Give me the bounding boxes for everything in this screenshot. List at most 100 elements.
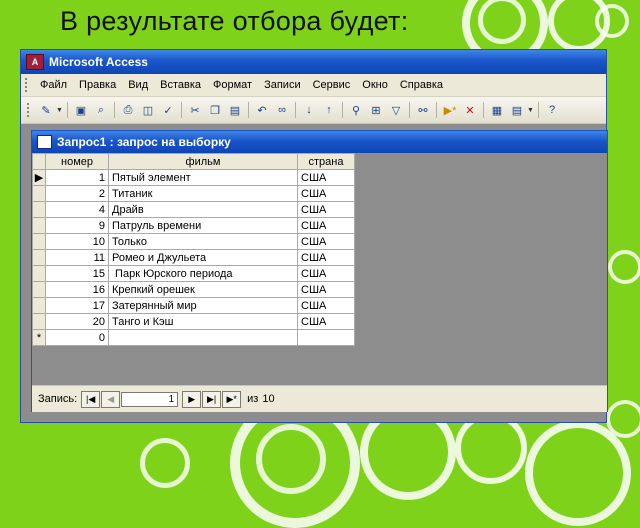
table-row[interactable]: 9 Патруль времени США bbox=[32, 217, 355, 234]
cell-country[interactable]: США bbox=[297, 201, 355, 218]
new-object-icon[interactable]: ▤ bbox=[508, 101, 526, 119]
table-row[interactable]: 15 Парк Юрского периода США bbox=[32, 265, 355, 282]
row-selector[interactable] bbox=[32, 265, 46, 282]
cell-country[interactable]: США bbox=[297, 297, 355, 314]
column-header-country[interactable]: страна bbox=[297, 153, 355, 170]
cell-country[interactable]: США bbox=[297, 249, 355, 266]
cell-country[interactable]: США bbox=[297, 217, 355, 234]
table-row[interactable]: ▶ 1 Пятый элемент США bbox=[32, 169, 355, 186]
table-row[interactable]: 17 Затерянный мир США bbox=[32, 297, 355, 314]
cut-icon[interactable]: ✂ bbox=[186, 101, 204, 119]
database-window-icon[interactable]: ▦ bbox=[488, 101, 506, 119]
table-row[interactable]: 4 Драйв США bbox=[32, 201, 355, 218]
first-record-button[interactable]: |◀ bbox=[81, 390, 101, 408]
cell-film[interactable] bbox=[108, 329, 298, 346]
new-record-icon[interactable]: * bbox=[32, 329, 46, 346]
row-selector[interactable] bbox=[32, 297, 46, 314]
toolbar-grip-icon[interactable] bbox=[27, 103, 32, 117]
table-row[interactable]: 10 Только США bbox=[32, 233, 355, 250]
cell-film[interactable]: Только bbox=[108, 233, 298, 250]
row-selector[interactable] bbox=[32, 281, 46, 298]
copy-icon[interactable]: ❐ bbox=[206, 101, 224, 119]
next-record-button[interactable]: ▶ bbox=[182, 390, 202, 408]
search-db-icon[interactable]: ⌕ bbox=[92, 101, 110, 119]
cell-film[interactable]: Крепкий орешек bbox=[108, 281, 298, 298]
cell-number[interactable]: 15 bbox=[45, 265, 109, 282]
cell-country[interactable]: США bbox=[297, 169, 355, 186]
print-icon[interactable]: ⎙ bbox=[119, 101, 137, 119]
new-record-icon[interactable]: ▶* bbox=[441, 101, 459, 119]
sort-descending-icon[interactable]: ↑ bbox=[320, 101, 338, 119]
table-row[interactable]: 2 Титаник США bbox=[32, 185, 355, 202]
design-view-icon[interactable]: ✎ bbox=[37, 101, 55, 119]
menu-insert[interactable]: Вставка bbox=[154, 79, 207, 91]
column-header-film[interactable]: фильм bbox=[108, 153, 298, 170]
cell-country[interactable]: США bbox=[297, 313, 355, 330]
cell-country[interactable] bbox=[297, 329, 355, 346]
new-record-row[interactable]: * 0 bbox=[32, 329, 355, 346]
cell-film[interactable]: Танго и Кэш bbox=[108, 313, 298, 330]
table-row[interactable]: 16 Крепкий орешек США bbox=[32, 281, 355, 298]
cell-film[interactable]: Пятый элемент bbox=[108, 169, 298, 186]
apply-filter-icon[interactable]: ▽ bbox=[387, 101, 405, 119]
select-all-corner[interactable] bbox=[32, 153, 46, 170]
table-row[interactable]: 20 Танго и Кэш США bbox=[32, 313, 355, 330]
menu-format[interactable]: Формат bbox=[207, 79, 258, 91]
help-icon[interactable]: ? bbox=[543, 101, 561, 119]
cell-number[interactable]: 10 bbox=[45, 233, 109, 250]
cell-number[interactable]: 16 bbox=[45, 281, 109, 298]
cell-country[interactable]: США bbox=[297, 265, 355, 282]
app-titlebar[interactable]: A Microsoft Access bbox=[21, 50, 606, 74]
chevron-down-icon[interactable]: ▼ bbox=[56, 107, 64, 114]
paste-icon[interactable]: ▤ bbox=[226, 101, 244, 119]
menu-window[interactable]: Окно bbox=[356, 79, 394, 91]
cell-film[interactable]: Титаник bbox=[108, 185, 298, 202]
chevron-down-icon[interactable]: ▼ bbox=[527, 107, 535, 114]
row-selector[interactable] bbox=[32, 249, 46, 266]
cell-film[interactable]: Патруль времени bbox=[108, 217, 298, 234]
cell-number[interactable]: 0 bbox=[45, 329, 109, 346]
cell-number[interactable]: 11 bbox=[45, 249, 109, 266]
new-record-button[interactable]: ▶* bbox=[222, 390, 242, 408]
row-selector[interactable] bbox=[32, 313, 46, 330]
cell-film[interactable]: Затерянный мир bbox=[108, 297, 298, 314]
sort-ascending-icon[interactable]: ↓ bbox=[300, 101, 318, 119]
row-selector[interactable] bbox=[32, 233, 46, 250]
undo-icon[interactable]: ↶ bbox=[253, 101, 271, 119]
find-icon[interactable]: ⚯ bbox=[414, 101, 432, 119]
row-selector[interactable] bbox=[32, 201, 46, 218]
spelling-icon[interactable]: ✓ bbox=[159, 101, 177, 119]
cell-number[interactable]: 20 bbox=[45, 313, 109, 330]
cell-number[interactable]: 1 bbox=[45, 169, 109, 186]
cell-film[interactable]: Драйв bbox=[108, 201, 298, 218]
menu-file[interactable]: Файл bbox=[34, 79, 73, 91]
menu-help[interactable]: Справка bbox=[394, 79, 449, 91]
menu-view[interactable]: Вид bbox=[122, 79, 154, 91]
cell-number[interactable]: 4 bbox=[45, 201, 109, 218]
menu-tools[interactable]: Сервис bbox=[307, 79, 357, 91]
query-titlebar[interactable]: Запрос1 : запрос на выборку bbox=[32, 131, 607, 153]
table-row[interactable]: 11 Ромео и Джульета США bbox=[32, 249, 355, 266]
save-icon[interactable]: ▣ bbox=[72, 101, 90, 119]
menu-edit[interactable]: Правка bbox=[73, 79, 122, 91]
record-number-input[interactable]: 1 bbox=[121, 391, 179, 407]
prev-record-button[interactable]: ◀ bbox=[101, 390, 121, 408]
hyperlink-icon[interactable]: ∞ bbox=[273, 101, 291, 119]
print-preview-icon[interactable]: ◫ bbox=[139, 101, 157, 119]
cell-film[interactable]: Парк Юрского периода bbox=[108, 265, 298, 282]
row-selector[interactable] bbox=[32, 217, 46, 234]
delete-record-icon[interactable]: ✕ bbox=[461, 101, 479, 119]
filter-by-selection-icon[interactable]: ⚲ bbox=[347, 101, 365, 119]
cell-country[interactable]: США bbox=[297, 281, 355, 298]
cell-film[interactable]: Ромео и Джульета bbox=[108, 249, 298, 266]
menu-records[interactable]: Записи bbox=[258, 79, 307, 91]
cell-number[interactable]: 9 bbox=[45, 217, 109, 234]
cell-number[interactable]: 17 bbox=[45, 297, 109, 314]
current-record-icon[interactable]: ▶ bbox=[32, 169, 46, 186]
cell-country[interactable]: США bbox=[297, 233, 355, 250]
last-record-button[interactable]: ▶| bbox=[202, 390, 222, 408]
column-header-number[interactable]: номер bbox=[45, 153, 109, 170]
menubar-grip-icon[interactable] bbox=[25, 78, 30, 92]
cell-number[interactable]: 2 bbox=[45, 185, 109, 202]
cell-country[interactable]: США bbox=[297, 185, 355, 202]
